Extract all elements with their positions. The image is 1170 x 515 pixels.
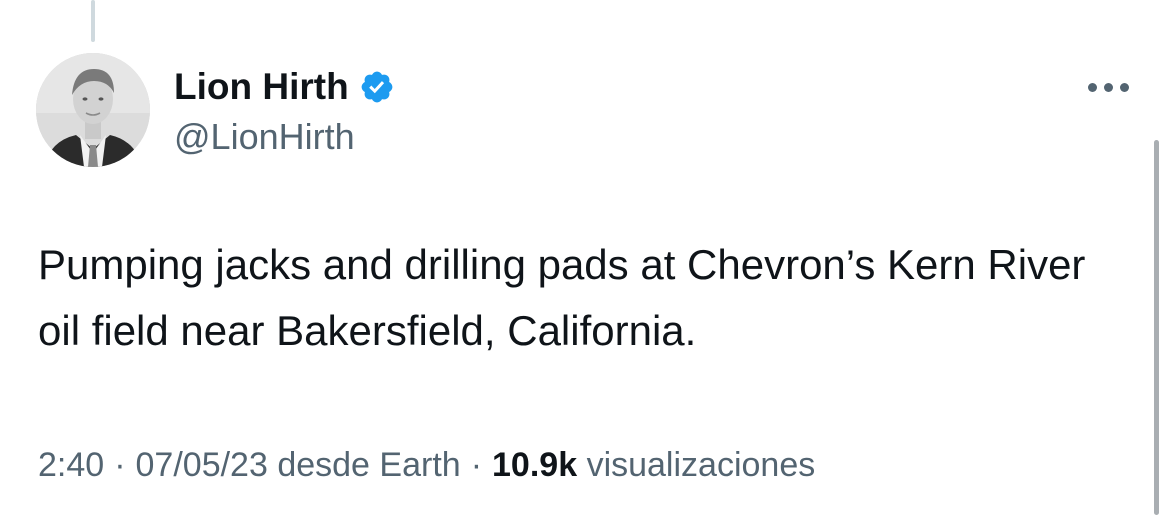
avatar[interactable] xyxy=(36,53,150,167)
tweet-source: desde Earth xyxy=(277,446,461,484)
author-handle[interactable]: @LionHirth xyxy=(174,115,395,159)
tweet-text: Pumping jacks and drilling pads at Chevr… xyxy=(38,241,1086,354)
tweet-time[interactable]: 2:40 xyxy=(38,446,104,484)
meta-separator: · xyxy=(470,446,483,484)
more-dot xyxy=(1103,82,1113,92)
more-dot xyxy=(1087,82,1097,92)
meta-separator: · xyxy=(114,446,126,484)
scrollbar[interactable] xyxy=(1154,140,1159,515)
views-label[interactable]: visualizaciones xyxy=(587,446,816,484)
author-block: Lion Hirth @LionHirth xyxy=(174,62,395,159)
more-dot xyxy=(1119,82,1129,92)
name-row: Lion Hirth xyxy=(174,62,395,112)
more-options-icon[interactable] xyxy=(1080,70,1136,104)
tweet-meta: 2:40 · 07/05/23 desde Earth · 10.9k visualiz… xyxy=(38,443,815,487)
verified-badge-icon[interactable] xyxy=(359,69,395,105)
tweet-date[interactable]: 07/05/23 xyxy=(136,446,268,484)
profile-photo xyxy=(36,53,150,167)
author-display-name[interactable]: Lion Hirth xyxy=(174,62,349,112)
views-count[interactable]: 10.9k xyxy=(492,446,577,484)
thread-connector-line xyxy=(91,0,95,42)
